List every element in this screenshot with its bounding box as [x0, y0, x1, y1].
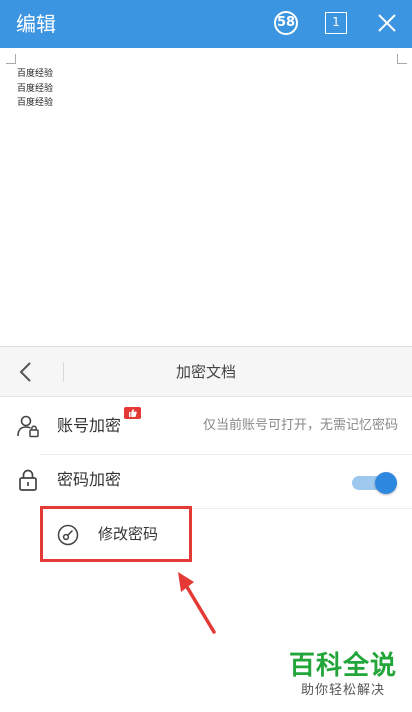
document-line: 百度经验: [17, 69, 54, 79]
page-margin-mark-right: [397, 54, 407, 64]
document-text[interactable]: 百度经验 百度经验 百度经验: [17, 67, 53, 111]
watermark-logo: 百科全说 助你轻松解决: [283, 650, 403, 700]
lock-icon: [19, 469, 37, 491]
watermark-sub-text: 助你轻松解决: [300, 683, 385, 698]
count-badge-button[interactable]: 58: [274, 11, 298, 35]
document-canvas[interactable]: [0, 48, 412, 348]
page-margin-mark-left: [6, 54, 16, 64]
key-icon: [57, 524, 79, 546]
chevron-left-icon[interactable]: [14, 360, 38, 384]
page-number-button[interactable]: 1: [325, 12, 347, 34]
sheet-header: 加密文档: [0, 347, 412, 397]
password-encrypt-label: 密码加密: [57, 470, 122, 489]
user-lock-icon: [17, 415, 39, 438]
account-encrypt-row[interactable]: 账号加密 仅当前账号可打开，无需记忆密码: [0, 397, 412, 455]
account-encrypt-description: 仅当前账号可打开，无需记忆密码: [202, 418, 398, 433]
page-title: 编辑: [16, 12, 56, 36]
watermark-main-text: 百科全说: [288, 651, 397, 681]
annotation-arrow-icon: [178, 572, 216, 634]
account-encrypt-label: 账号加密: [57, 416, 122, 435]
sheet-title: 加密文档: [175, 363, 236, 381]
password-encrypt-toggle[interactable]: [352, 470, 398, 494]
change-password-label: 修改密码: [98, 525, 159, 543]
document-line: 百度经验: [17, 83, 54, 94]
change-password-button[interactable]: 修改密码: [40, 506, 192, 562]
close-icon[interactable]: [376, 12, 398, 34]
document-line: 百度经验: [17, 98, 54, 108]
header-divider: [63, 362, 64, 382]
toggle-knob: [375, 472, 397, 494]
thumbs-up-badge-icon: [124, 407, 141, 419]
top-bar: 编辑 58 1: [0, 0, 412, 48]
password-encrypt-row[interactable]: 密码加密: [0, 451, 412, 509]
